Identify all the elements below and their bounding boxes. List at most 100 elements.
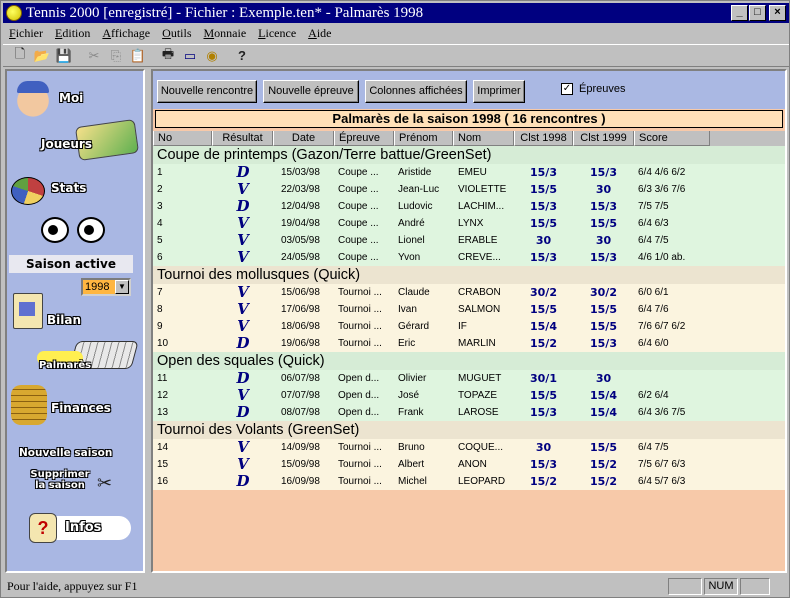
col-header-nom[interactable]: Nom: [453, 131, 514, 146]
menu-fichier[interactable]: Fichier: [3, 25, 49, 43]
cell-c99: 15/3: [590, 200, 617, 213]
paste-icon[interactable]: 📋: [127, 46, 149, 66]
checkbox-label: Épreuves: [579, 83, 626, 95]
content-title: Palmarès de la saison 1998 ( 16 rencontr…: [155, 110, 783, 128]
print-icon[interactable]: 🖶: [157, 46, 179, 66]
maximize-button[interactable]: □: [749, 5, 766, 21]
cell-no: 9: [157, 321, 163, 332]
cell-res: D: [236, 473, 250, 490]
menu-bar: Fichier Edition Affichage Outils Monnaie…: [3, 25, 337, 43]
title-bar[interactable]: Tennis 2000 [enregistré] - Fichier : Exe…: [3, 3, 789, 23]
cell-prenom: Bruno: [398, 442, 425, 453]
help-icon[interactable]: ?: [231, 46, 253, 66]
imprimer-button[interactable]: Imprimer: [473, 80, 525, 103]
chevron-down-icon[interactable]: ▼: [115, 280, 129, 294]
table-row[interactable]: 1 D 15/03/98 Coupe ... Aristide EMEU 15/3 15/3 6…: [153, 164, 785, 181]
menu-aide[interactable]: Aide: [302, 25, 337, 43]
checkbox-box[interactable]: ✓: [561, 83, 573, 95]
sidebar-item-nouvelle-saison[interactable]: Nouvelle saison: [19, 447, 112, 459]
col-header-epreuve[interactable]: Épreuve: [334, 131, 394, 146]
table-row[interactable]: 4 V 19/04/98 Coupe ... André LYNX 15/5 15/5 6/4 …: [153, 215, 785, 232]
cell-res: V: [237, 439, 249, 456]
table-row[interactable]: 11 D 06/07/98 Open d... Olivier MUGUET 30/1 30: [153, 370, 785, 387]
cell-prenom: Albert: [398, 459, 425, 470]
epreuves-checkbox[interactable]: ✓ Épreuves: [561, 83, 625, 95]
cell-res: D: [236, 370, 250, 387]
col-header-no[interactable]: No: [153, 131, 212, 146]
cell-ep: Coupe ...: [338, 252, 379, 263]
group-header[interactable]: Tournoi des mollusques (Quick): [153, 266, 785, 284]
col-header-score[interactable]: Score: [634, 131, 710, 146]
cell-score: 6/3 3/6 7/6: [638, 184, 686, 195]
table-row[interactable]: 12 V 07/07/98 Open d... José TOPAZE 15/5 15/4 6/…: [153, 387, 785, 404]
sidebar-item-label: Bilan: [47, 313, 82, 327]
cell-date: 19/04/98: [281, 218, 320, 229]
cell-c99: 15/3: [590, 337, 617, 350]
action-bar: Nouvelle rencontre Nouvelle épreuve Colo…: [153, 71, 785, 109]
col-header-resultat[interactable]: Résultat: [212, 131, 273, 146]
table-row[interactable]: 16 D 16/09/98 Tournoi ... Michel LEOPARD 15/2 1…: [153, 473, 785, 490]
col-header-prenom[interactable]: Prénom: [394, 131, 453, 146]
cell-c98: 15/4: [530, 320, 557, 333]
cell-no: 1: [157, 167, 163, 178]
group-header[interactable]: Tournoi des Volants (GreenSet): [153, 421, 785, 439]
group-header[interactable]: Open des squales (Quick): [153, 352, 785, 370]
table-row[interactable]: 14 V 14/09/98 Tournoi ... Bruno COQUE... 30 15/…: [153, 439, 785, 456]
menu-affichage[interactable]: Affichage: [96, 25, 156, 43]
col-header-date[interactable]: Date: [273, 131, 334, 146]
status-bar: Pour l'aide, appuyez sur F1 NUM: [3, 576, 789, 596]
cell-res: V: [237, 215, 249, 232]
cell-date: 14/09/98: [281, 442, 320, 453]
table-row[interactable]: 15 V 15/09/98 Tournoi ... Albert ANON 15/3 15/2…: [153, 456, 785, 473]
table-row[interactable]: 5 V 03/05/98 Coupe ... Lionel ERABLE 30 30 6/4 7…: [153, 232, 785, 249]
col-header-clst1999[interactable]: Clst 1999: [573, 131, 634, 146]
menu-monnaie[interactable]: Monnaie: [197, 25, 252, 43]
cell-nom: EMEU: [458, 167, 487, 178]
cell-score: 6/0 6/1: [638, 287, 669, 298]
table-row[interactable]: 9 V 18/06/98 Tournoi ... Gérard IF 15/4 15/5 7/6…: [153, 318, 785, 335]
open-folder-icon[interactable]: 📂: [31, 46, 53, 66]
colonnes-affichees-button[interactable]: Colonnes affichées: [365, 80, 467, 103]
table-row[interactable]: 3 D 12/04/98 Coupe ... Ludovic LACHIM... 15/3 1…: [153, 198, 785, 215]
cell-no: 11: [157, 373, 168, 384]
table-row[interactable]: 10 D 19/06/98 Tournoi ... Eric MARLIN 15/2 15/3…: [153, 335, 785, 352]
table-row[interactable]: 6 V 24/05/98 Coupe ... Yvon CREVE... 15/3 15/3 4…: [153, 249, 785, 266]
tennis-ball-icon[interactable]: [6, 5, 22, 21]
cell-score: 6/4 6/3: [638, 218, 669, 229]
close-button[interactable]: ×: [769, 5, 786, 21]
copy-icon[interactable]: ⎘: [105, 46, 127, 66]
cell-res: D: [236, 198, 250, 215]
sidebar-item-label: Stats: [51, 181, 87, 195]
cell-date: 24/05/98: [281, 252, 320, 263]
table-row[interactable]: 13 D 08/07/98 Open d... Frank LAROSE 15/3 15/4 6…: [153, 404, 785, 421]
status-help-text: Pour l'aide, appuyez sur F1: [7, 578, 138, 593]
card-icon[interactable]: ▭: [179, 46, 201, 66]
report-icon: [13, 293, 43, 329]
menu-licence[interactable]: Licence: [252, 25, 302, 43]
cell-score: 7/5 6/7 6/3: [638, 459, 686, 470]
coin-icon[interactable]: ◉: [201, 46, 223, 66]
cell-c98: 30/1: [530, 372, 557, 385]
cell-prenom: Ludovic: [398, 201, 433, 212]
group-header[interactable]: Coupe de printemps (Gazon/Terre battue/G…: [153, 146, 785, 164]
table-row[interactable]: 2 V 22/03/98 Coupe ... Jean-Luc VIOLETTE 15/5 3…: [153, 181, 785, 198]
cell-date: 15/06/98: [281, 287, 320, 298]
cell-score: [638, 370, 718, 387]
table-row[interactable]: 7 V 15/06/98 Tournoi ... Claude CRABON 30/2 30/…: [153, 284, 785, 301]
menu-edition[interactable]: Edition: [49, 25, 96, 43]
year-select[interactable]: 1998 ▼: [81, 278, 131, 296]
cell-ep: Tournoi ...: [338, 287, 382, 298]
save-icon[interactable]: 💾: [53, 46, 75, 66]
cut-icon[interactable]: ✂: [83, 46, 105, 66]
cell-no: 15: [157, 459, 169, 470]
col-header-clst1998[interactable]: Clst 1998: [514, 131, 573, 146]
table-row[interactable]: 8 V 17/06/98 Tournoi ... Ivan SALMON 15/5 15/5 6…: [153, 301, 785, 318]
cell-no: 4: [157, 218, 163, 229]
nouvelle-epreuve-button[interactable]: Nouvelle épreuve: [263, 80, 359, 103]
nouvelle-rencontre-button[interactable]: Nouvelle rencontre: [157, 80, 257, 103]
cell-score: 6/4 5/7 6/3: [638, 476, 686, 487]
new-icon[interactable]: 🗋: [9, 46, 31, 66]
cell-res: V: [237, 456, 249, 473]
menu-outils[interactable]: Outils: [156, 25, 197, 43]
minimize-button[interactable]: _: [731, 5, 748, 21]
